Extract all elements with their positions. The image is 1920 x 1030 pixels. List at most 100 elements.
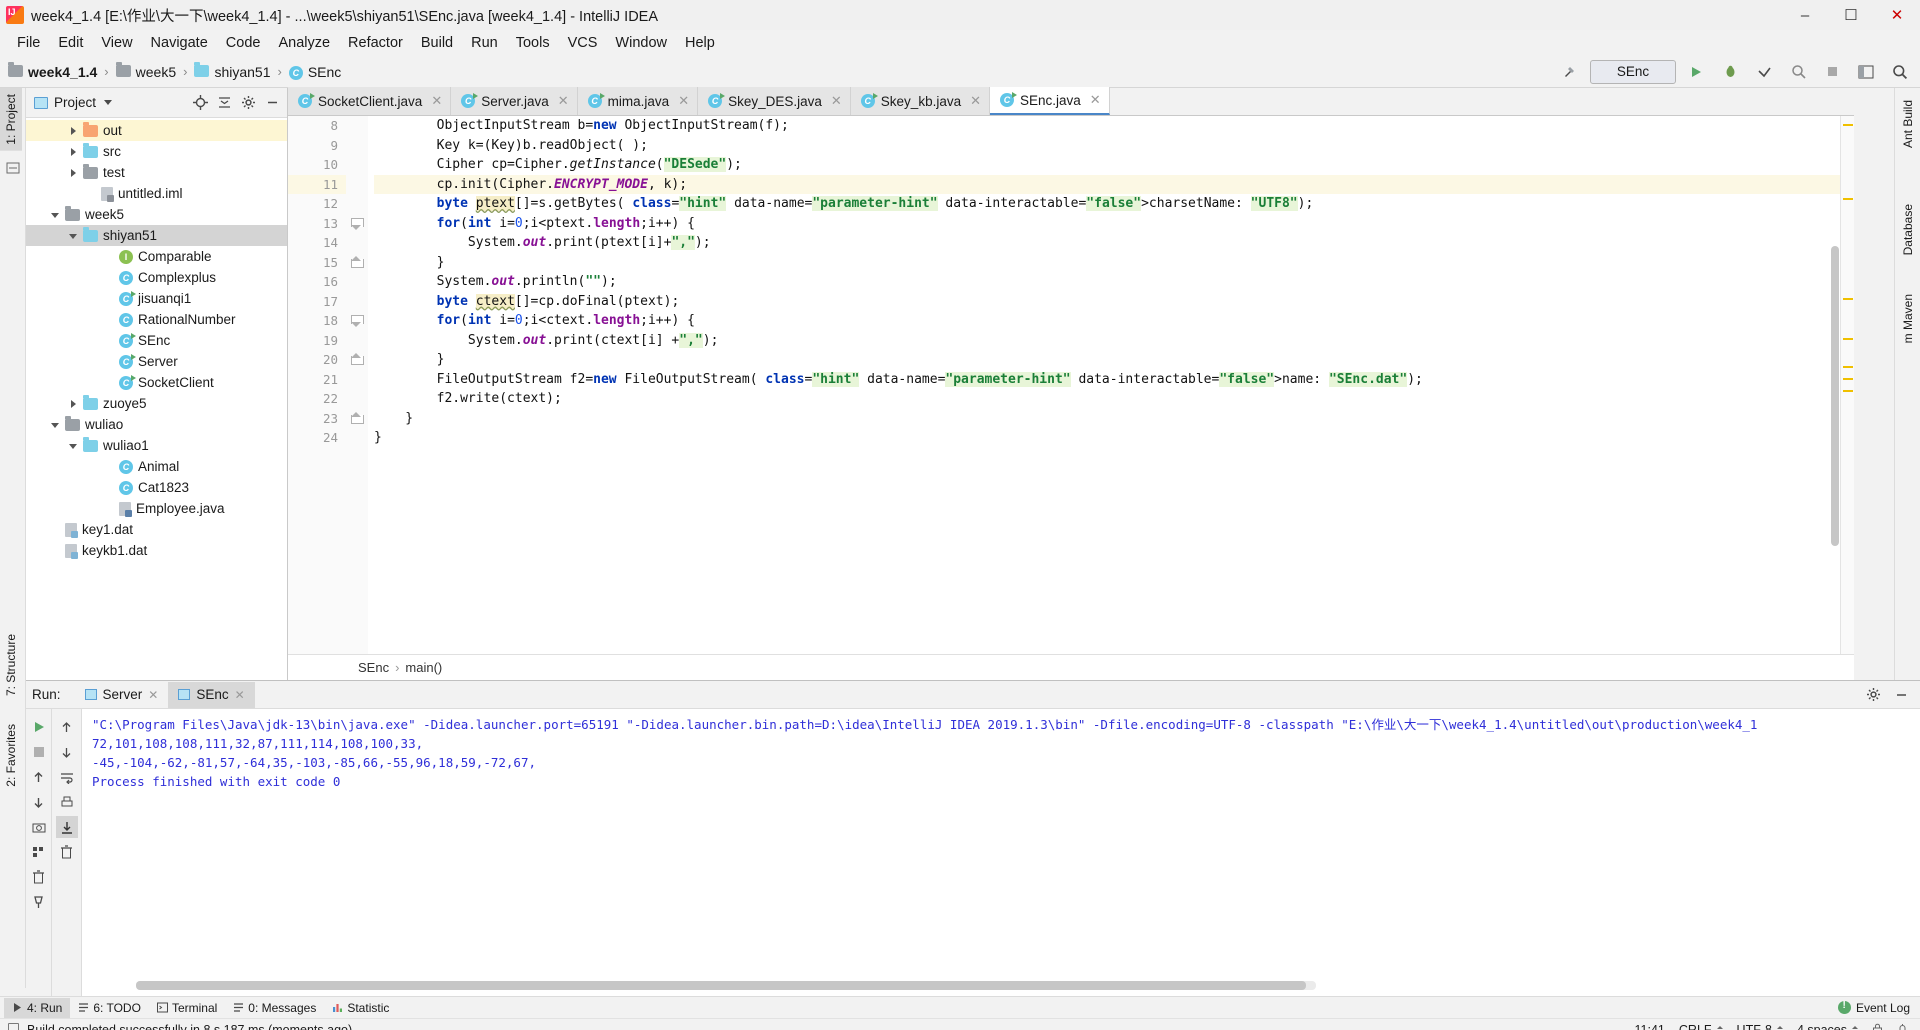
arrow-up-icon[interactable] [28,766,50,788]
tree-item-rationalnumber[interactable]: C RationalNumber [26,309,287,330]
breadcrumb-week5[interactable]: week5 [115,61,176,80]
chevron-right-icon[interactable] [68,167,80,179]
close-icon[interactable]: ✕ [431,93,442,109]
editor-tab-senc-java[interactable]: C SEnc.java ✕ [990,87,1110,115]
breadcrumb-method[interactable]: main() [405,660,442,675]
editor-tab-skey-des-java[interactable]: C Skey_DES.java ✕ [698,87,851,115]
status-lock-icon[interactable] [1872,1023,1883,1030]
close-icon[interactable]: ✕ [148,688,158,702]
hide-panel-icon[interactable] [261,92,283,114]
fold-open-icon[interactable] [351,217,364,230]
sidebar-tab-database[interactable]: Database [1897,198,1919,261]
commit-icon[interactable] [2,157,24,179]
code-editor[interactable]: 8 9 10 11 12 13 14 15 16 17 18 19 20 21 22 23 24 ObjectI… [288,116,1854,680]
code-line[interactable]: } [374,409,1854,429]
close-icon[interactable]: ✕ [678,93,689,109]
up-arrow-nav-icon[interactable] [56,716,78,738]
fold-close-icon[interactable] [351,255,364,268]
menu-file[interactable]: File [8,33,49,53]
tree-item-test[interactable]: test [26,162,287,183]
debug-icon[interactable] [1716,59,1744,85]
editor-tab-mima-java[interactable]: Cmima.java ✕ [577,87,699,115]
trash-icon[interactable] [56,841,78,863]
editor-tab-server-java[interactable]: C Server.java ✕ [451,87,578,115]
code-folding-gutter[interactable] [346,116,368,680]
status-notifications-icon[interactable] [1897,1023,1908,1030]
camera-icon[interactable] [28,816,50,838]
code-line[interactable]: for(int i=0;i<ctext.length;i++) { [374,311,1854,331]
tree-item-employee-java[interactable]: Employee.java [26,498,287,519]
tree-item-zuoye5[interactable]: zuoye5 [26,393,287,414]
down-arrow-nav-icon[interactable] [56,741,78,763]
code-line[interactable]: f2.write(ctext); [374,389,1854,409]
chevron-down-icon[interactable] [50,419,62,431]
code-line[interactable]: Key k=(Key)b.readObject( ); [374,136,1854,156]
event-log-button[interactable]: Event Log [1837,1000,1910,1015]
tree-item-keykb1-dat[interactable]: keykb1.dat [26,540,287,561]
arrow-down-icon[interactable] [28,791,50,813]
minimize-button[interactable]: – [1782,0,1828,30]
locate-icon[interactable] [189,92,211,114]
code-line[interactable]: } [374,428,1854,448]
sidebar-tab-project[interactable]: 1: Project [0,88,22,151]
warning-marker[interactable] [1843,390,1853,392]
minimize-icon[interactable] [1890,684,1912,706]
menu-code[interactable]: Code [217,33,270,53]
code-line[interactable]: Cipher cp=Cipher.getInstance("DESede"); [374,155,1854,175]
run-configuration-selector[interactable]: SEnc [1590,59,1676,84]
editor-vertical-scrollbar[interactable] [1830,116,1840,680]
pin-icon[interactable] [28,891,50,913]
warning-marker[interactable] [1843,124,1853,126]
tree-item-server[interactable]: C Server [26,351,287,372]
breadcrumb-shiyan51[interactable]: shiyan51 [194,61,271,80]
code-line[interactable]: } [374,350,1854,370]
warning-marker[interactable] [1843,338,1853,340]
hammer-icon[interactable] [1556,59,1584,85]
tree-item-complexplus[interactable]: C Complexplus [26,267,287,288]
tree-item-socketclient[interactable]: C SocketClient [26,372,287,393]
soft-wrap-icon[interactable] [56,766,78,788]
trash-icon[interactable] [28,866,50,888]
close-icon[interactable]: ✕ [970,93,981,109]
menu-analyze[interactable]: Analyze [269,33,339,53]
chevron-down-icon[interactable] [104,100,113,105]
maximize-button[interactable]: ☐ [1828,0,1874,30]
settings-gear-icon[interactable] [237,92,259,114]
warning-marker[interactable] [1843,298,1853,300]
code-line[interactable]: byte ptext[]=s.getBytes( class="hint" da… [374,194,1854,214]
coverage-icon[interactable] [1750,59,1778,85]
editor-tab-skey-kb-java[interactable]: C Skey_kb.java ✕ [850,87,990,115]
chevron-down-icon[interactable] [68,440,80,452]
menu-view[interactable]: View [92,33,141,53]
code-line[interactable]: ObjectInputStream b=new ObjectInputStrea… [374,116,1854,136]
menu-tools[interactable]: Tools [507,33,559,53]
bottom-tab-statistic[interactable]: Statistic [324,998,397,1018]
code-content[interactable]: ObjectInputStream b=new ObjectInputStrea… [368,116,1854,680]
tree-item-wuliao1[interactable]: wuliao1 [26,435,287,456]
print-icon[interactable] [56,791,78,813]
fold-open-icon[interactable] [351,315,364,327]
collapse-all-icon[interactable] [213,92,235,114]
console-horizontal-scrollbar[interactable] [136,981,1316,990]
tree-item-cat1823[interactable]: C Cat1823 [26,477,287,498]
tree-item-comparable[interactable]: I Comparable [26,246,287,267]
settings-gear-icon[interactable] [1862,684,1884,706]
warning-marker[interactable] [1843,198,1853,200]
chevron-down-icon[interactable] [50,209,62,221]
profile-icon[interactable] [1784,59,1812,85]
error-stripe-marker-gutter[interactable] [1840,116,1854,680]
tree-item-senc[interactable]: C SEnc [26,330,287,351]
chevron-down-icon[interactable] [68,230,80,242]
bottom-tab-run[interactable]: 4: Run [4,997,71,1018]
breadcrumb-module[interactable]: week4_1.4 [8,61,97,80]
bottom-tab-todo[interactable]: 6: TODO [70,998,149,1018]
chevron-right-icon[interactable] [68,398,80,410]
bottom-tab-terminal[interactable]: Terminal [149,998,225,1018]
fold-close-icon[interactable] [351,353,364,365]
close-icon[interactable]: ✕ [1090,92,1101,108]
tree-item-key1-dat[interactable]: key1.dat [26,519,287,540]
layout-icon[interactable] [1852,59,1880,85]
tree-item-out[interactable]: out [26,120,287,141]
tree-item-untitled-iml[interactable]: untitled.iml [26,183,287,204]
status-line-separator[interactable]: CRLF [1679,1023,1723,1030]
